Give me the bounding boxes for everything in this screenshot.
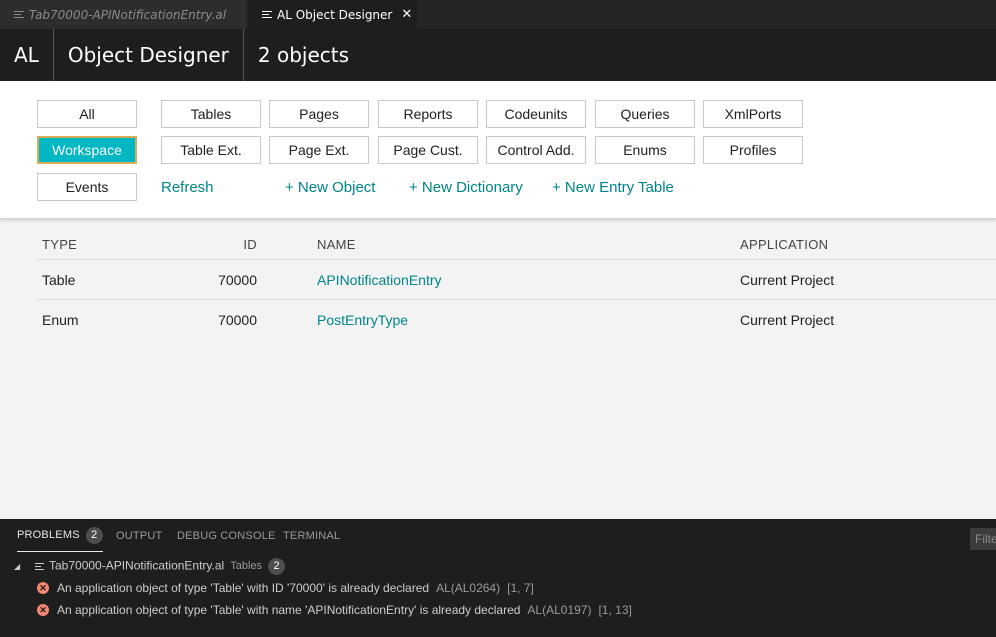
tab-problems-label: PROBLEMS — [17, 529, 80, 541]
cell-id: 70000 — [218, 312, 257, 328]
column-header-type[interactable]: TYPE — [42, 229, 77, 259]
column-header-id[interactable]: ID — [157, 229, 257, 259]
problem-item[interactable]: ✕ An application object of type 'Table' … — [0, 599, 996, 621]
tab-terminal[interactable]: TERMINAL — [283, 519, 340, 552]
file-problem-count-badge: 2 — [268, 557, 286, 575]
filter-workspace-button[interactable]: Workspace — [37, 136, 137, 164]
cell-application: Current Project — [740, 271, 835, 288]
page-title: Object Designer — [54, 29, 244, 81]
problems-file-name: Tab70000-APINotificationEntry.al — [49, 558, 225, 572]
app-header: AL Object Designer 2 objects — [0, 29, 996, 81]
object-name-link[interactable]: APINotificationEntry — [317, 260, 442, 299]
problem-item[interactable]: ✕ An application object of type 'Table' … — [0, 577, 996, 599]
tab-label: AL Object Designer — [277, 7, 393, 22]
column-header-name[interactable]: NAME — [317, 229, 356, 259]
filter-table-ext-button[interactable]: Table Ext. — [161, 136, 261, 164]
filter-pages-button[interactable]: Pages — [269, 100, 369, 128]
filter-all-button[interactable]: All — [37, 100, 137, 128]
filter-events-button[interactable]: Events — [37, 173, 137, 201]
expand-triangle-icon[interactable]: ◢ — [14, 562, 20, 571]
filter-reports-button[interactable]: Reports — [378, 100, 478, 128]
filter-page-cust-button[interactable]: Page Cust. — [378, 136, 478, 164]
tab-debug-console[interactable]: DEBUG CONSOLE — [177, 519, 276, 552]
close-icon[interactable]: ✕ — [401, 7, 412, 22]
tab-problems[interactable]: PROBLEMS 2 — [17, 519, 103, 552]
cell-id: 70000 — [218, 271, 257, 288]
problems-panel: PROBLEMS 2 OUTPUT DEBUG CONSOLE TERMINAL… — [0, 519, 996, 637]
problems-count-badge: 2 — [85, 526, 103, 544]
file-lines-icon — [262, 9, 272, 20]
error-icon: ✕ — [37, 582, 49, 594]
problems-tree: ◢ Tab70000-APINotificationEntry.al Tables… — [0, 555, 996, 621]
new-dictionary-link[interactable]: + New Dictionary — [409, 173, 523, 201]
cell-type: Table — [42, 271, 76, 288]
cell-application: Current Project — [740, 312, 835, 328]
filter-control-add-button[interactable]: Control Add. — [486, 136, 586, 164]
problem-position: [1, 7] — [507, 581, 534, 595]
problems-file: Tab70000-APINotificationEntry.al Tables 2 — [49, 557, 286, 575]
new-entry-table-link[interactable]: + New Entry Table — [552, 173, 674, 201]
tab-apinotificationentry[interactable]: Tab70000-APINotificationEntry.al — [0, 0, 246, 29]
editor-tab-bar: Tab70000-APINotificationEntry.al AL Obje… — [0, 0, 996, 29]
filter-tables-button[interactable]: Tables — [161, 100, 261, 128]
refresh-link[interactable]: Refresh — [161, 173, 214, 201]
column-header-application[interactable]: APPLICATION — [740, 229, 828, 259]
filter-profiles-button[interactable]: Profiles — [703, 136, 803, 164]
error-icon: ✕ — [37, 604, 49, 616]
table-header: TYPE ID NAME APPLICATION — [37, 229, 996, 260]
filter-page-ext-button[interactable]: Page Ext. — [269, 136, 369, 164]
problem-message: An application object of type 'Table' wi… — [57, 603, 632, 617]
file-lines-icon — [35, 561, 44, 572]
problem-text: An application object of type 'Table' wi… — [57, 581, 430, 595]
objects-table: TYPE ID NAME APPLICATION Table 70000 API… — [37, 229, 996, 340]
panel-tabs: PROBLEMS 2 OUTPUT DEBUG CONSOLE TERMINAL… — [0, 519, 996, 555]
filter-panel: All Tables Pages Reports Codeunits Queri… — [0, 81, 996, 219]
problems-file-row[interactable]: ◢ Tab70000-APINotificationEntry.al Tables… — [0, 555, 996, 577]
problem-code: AL(AL0197) — [527, 603, 592, 617]
tab-output[interactable]: OUTPUT — [116, 519, 162, 552]
file-lines-icon — [14, 9, 24, 20]
filter-codeunits-button[interactable]: Codeunits — [486, 100, 586, 128]
problems-file-desc: Tables — [230, 560, 263, 572]
object-name-link[interactable]: PostEntryType — [317, 300, 408, 340]
problem-code: AL(AL0264) — [436, 581, 501, 595]
problem-position: [1, 13] — [598, 603, 632, 617]
new-object-link[interactable]: + New Object — [285, 173, 375, 201]
app-name: AL — [0, 29, 54, 81]
cell-type: Enum — [42, 312, 79, 328]
problem-message: An application object of type 'Table' wi… — [57, 581, 534, 595]
tab-object-designer[interactable]: AL Object Designer ✕ — [248, 0, 417, 29]
filter-enums-button[interactable]: Enums — [595, 136, 695, 164]
filter-queries-button[interactable]: Queries — [595, 100, 695, 128]
table-row[interactable]: Enum 70000 PostEntryType Current Project — [37, 300, 996, 340]
table-row[interactable]: Table 70000 APINotificationEntry Current… — [37, 260, 996, 300]
tab-label: Tab70000-APINotificationEntry.al — [29, 7, 227, 22]
filter-xmlports-button[interactable]: XmlPorts — [703, 100, 803, 128]
problem-text: An application object of type 'Table' wi… — [57, 603, 521, 617]
object-count: 2 objects — [257, 43, 350, 67]
problems-filter-input[interactable]: Filte — [970, 528, 996, 550]
